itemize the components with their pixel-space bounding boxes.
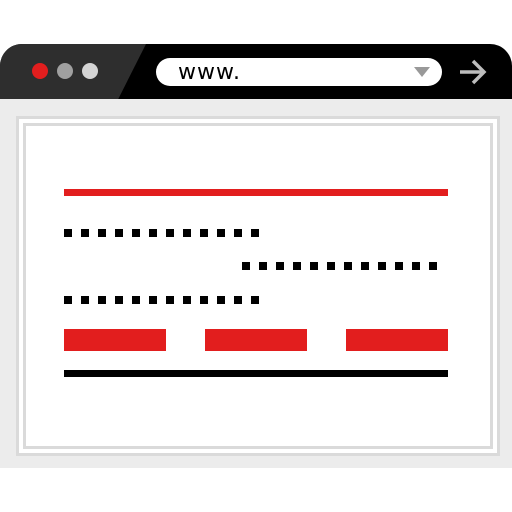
text-line-1 (64, 229, 268, 237)
page-content-area (16, 116, 500, 456)
window-close-button[interactable] (32, 63, 48, 79)
browser-window: www. (0, 44, 512, 468)
content-block-2 (205, 329, 307, 351)
address-bar[interactable]: www. (156, 58, 442, 86)
address-bar-text: www. (178, 60, 241, 85)
text-line-2 (242, 262, 446, 270)
chevron-down-icon[interactable] (414, 67, 430, 77)
arrow-right-icon[interactable] (458, 59, 488, 85)
text-line-3 (64, 296, 268, 304)
window-minimize-button[interactable] (57, 63, 73, 79)
content-block-3 (346, 329, 448, 351)
content-block-1 (64, 329, 166, 351)
page-content-frame (23, 123, 493, 449)
window-maximize-button[interactable] (82, 63, 98, 79)
browser-titlebar: www. (0, 44, 512, 99)
heading-line (64, 189, 448, 196)
footer-line (64, 370, 448, 377)
titlebar-left-panel (0, 44, 146, 99)
